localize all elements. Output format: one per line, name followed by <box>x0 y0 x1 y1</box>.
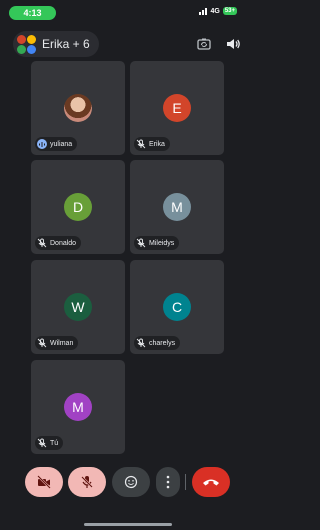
mic-off-icon <box>37 438 47 448</box>
signal-icon <box>199 7 208 15</box>
participant-label: Wilman <box>35 336 79 350</box>
hang-up-icon <box>203 479 219 486</box>
switch-camera-icon[interactable] <box>196 36 212 52</box>
participant-tile[interactable]: W Wilman <box>31 260 125 354</box>
camera-off-icon <box>37 475 51 489</box>
participant-avatar: D <box>64 193 92 221</box>
participant-name: charelys <box>149 339 176 347</box>
meeting-info-chip[interactable]: Erika + 6 <box>13 31 99 57</box>
status-indicators: 4G 53+ <box>199 7 237 15</box>
home-indicator[interactable] <box>84 523 172 526</box>
mic-off-icon <box>37 238 47 248</box>
participant-name: Tú <box>50 439 59 447</box>
controls-divider <box>185 474 186 490</box>
participant-label: Mileidys <box>134 236 180 250</box>
participant-tile[interactable]: yuliana <box>31 61 125 155</box>
network-type: 4G <box>210 7 220 15</box>
participant-avatar: W <box>64 293 92 321</box>
participant-label: Erika <box>134 137 170 151</box>
speaking-indicator-icon <box>37 139 47 149</box>
participant-tile[interactable]: C charelys <box>130 260 224 354</box>
participant-tile[interactable]: D Donaldo <box>31 160 125 254</box>
mic-off-icon <box>81 476 93 488</box>
participant-avatar: C <box>163 293 191 321</box>
mic-toggle-button[interactable] <box>68 467 106 497</box>
camera-toggle-button[interactable] <box>25 467 63 497</box>
call-controls <box>0 462 247 506</box>
status-time: 4:13 <box>9 6 56 20</box>
participant-name: Erika <box>149 140 165 148</box>
meeting-title: Erika + 6 <box>42 37 90 51</box>
participant-avatar: M <box>163 193 191 221</box>
participant-name: yuliana <box>50 140 73 148</box>
participant-avatar: M <box>64 393 92 421</box>
more-vert-icon <box>166 475 170 489</box>
participant-label: Donaldo <box>35 236 82 250</box>
participant-name: Mileidys <box>149 239 175 247</box>
end-call-button[interactable] <box>192 467 230 497</box>
emoji-icon <box>124 475 138 489</box>
participant-name: Wilman <box>50 339 74 347</box>
participant-tile-self[interactable]: M Tú <box>31 360 125 454</box>
mic-off-icon <box>136 139 146 149</box>
participant-tile[interactable]: E Erika <box>130 61 224 155</box>
battery-indicator: 53+ <box>222 7 237 15</box>
meet-logo-icon <box>17 34 36 54</box>
participant-photo <box>64 94 92 122</box>
participant-label: Tú <box>35 436 64 450</box>
participant-label: yuliana <box>35 137 78 151</box>
participant-avatar: E <box>163 94 191 122</box>
speaker-icon[interactable] <box>225 36 241 52</box>
participant-label: charelys <box>134 336 181 350</box>
participant-tile[interactable]: M Mileidys <box>130 160 224 254</box>
mic-off-icon <box>136 338 146 348</box>
mic-off-icon <box>37 338 47 348</box>
call-header: Erika + 6 <box>0 30 247 58</box>
mic-off-icon <box>136 238 146 248</box>
more-options-button[interactable] <box>156 467 180 497</box>
status-bar: 4:13 4G 53+ <box>0 0 247 24</box>
participant-name: Donaldo <box>50 239 77 247</box>
reactions-button[interactable] <box>112 467 150 497</box>
